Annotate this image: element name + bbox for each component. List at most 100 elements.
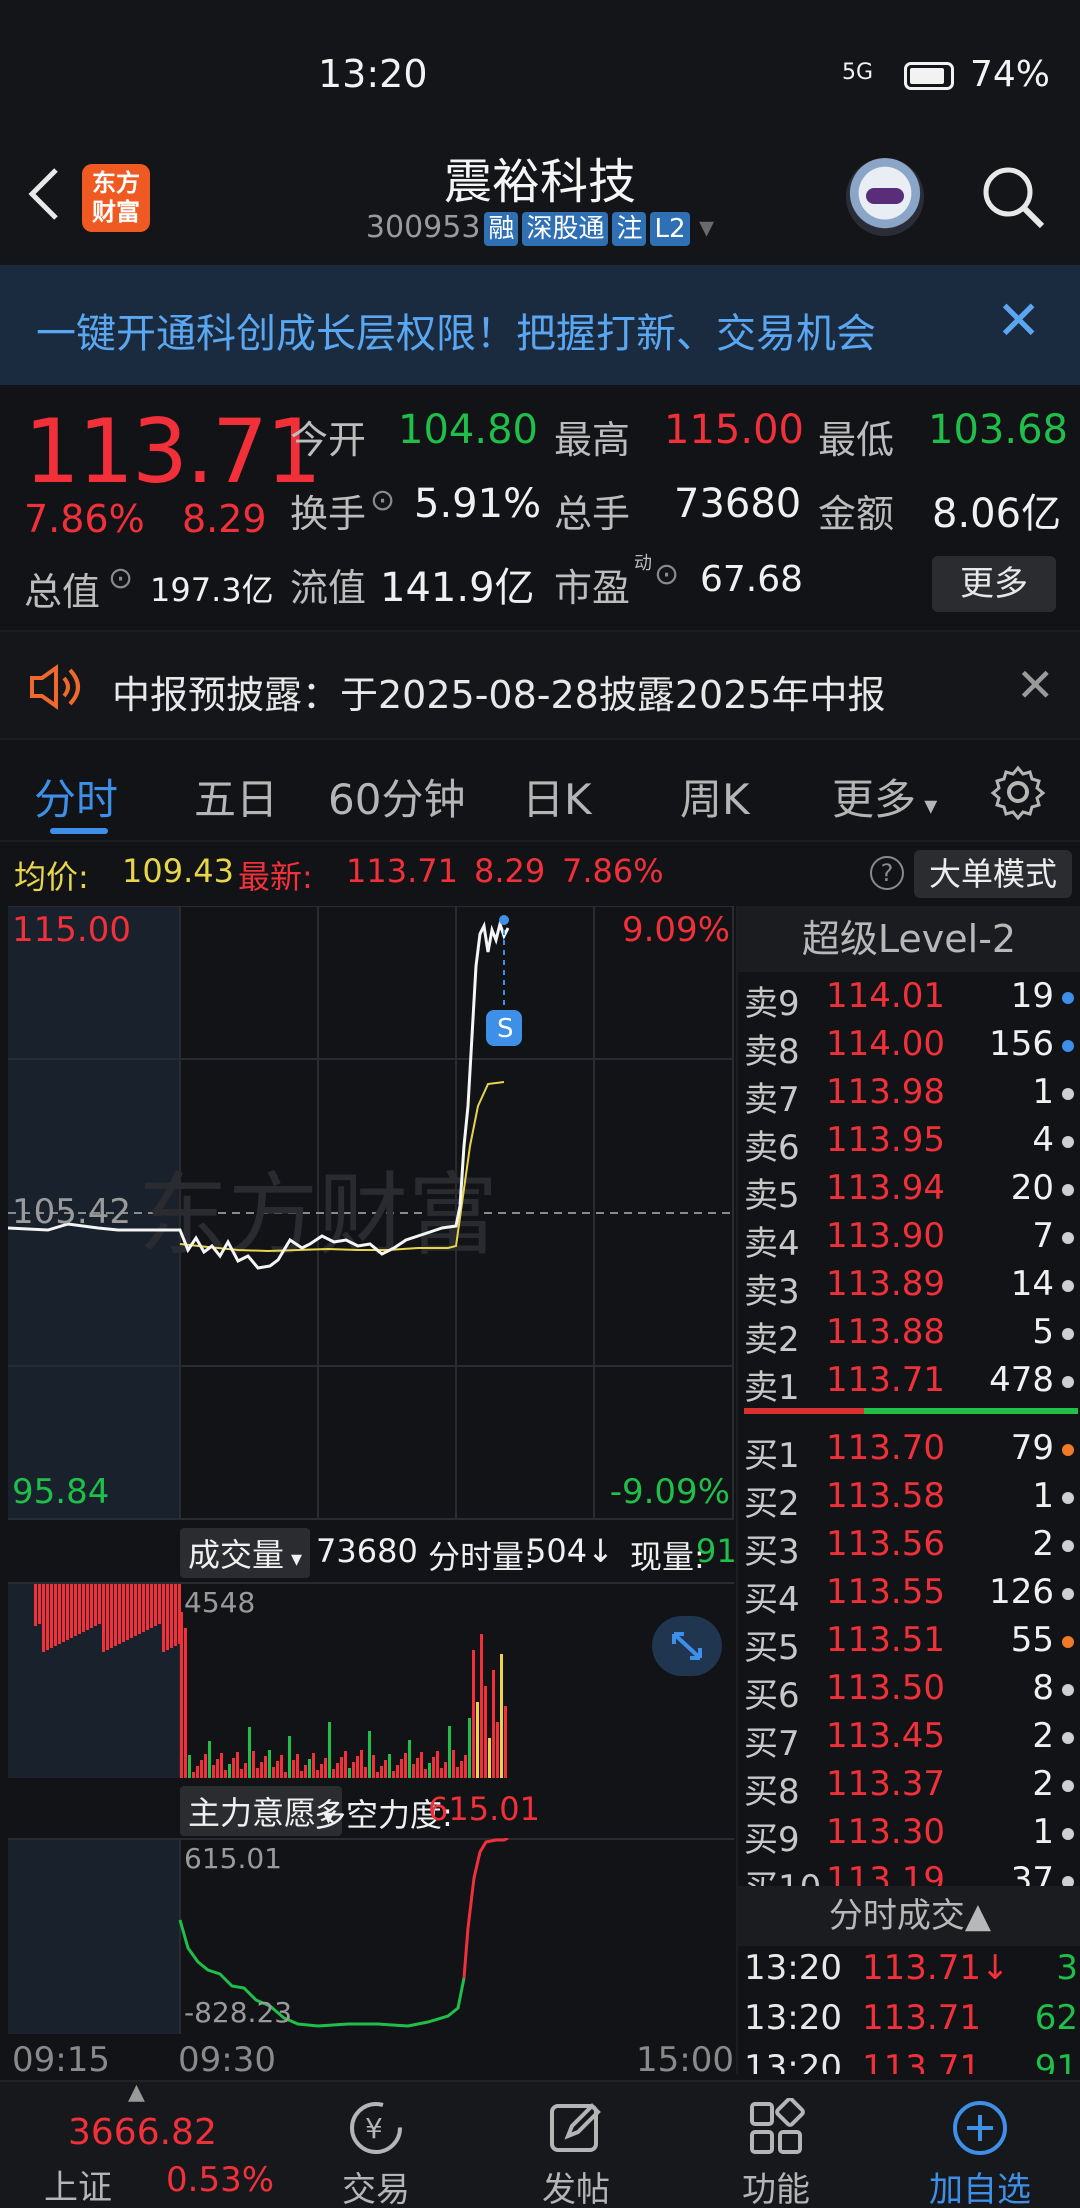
indicator-min-label: -828.23 [184, 1996, 293, 2029]
more-button[interactable]: 更多 [932, 556, 1056, 612]
volume-bar [244, 1763, 247, 1778]
close-icon[interactable]: ✕ [996, 289, 1041, 352]
bid-row[interactable]: 买4 113.55 126 [738, 1572, 1080, 1620]
quote-panel: 113.71 7.86% 8.29 总值 ⊙ 197.3亿 今开 104.80 … [0, 385, 1080, 630]
ask-row[interactable]: 卖1 113.71 478 [738, 1360, 1080, 1408]
volume-bar [220, 1753, 223, 1778]
volume-bar [54, 1584, 57, 1646]
volume-bar [424, 1769, 427, 1778]
ask-row[interactable]: 卖9 114.01 19 [738, 976, 1080, 1024]
intraday-chart[interactable]: 东方财富 S 115.00 9.09% 105.42 95.84 -9.09% [8, 906, 734, 1520]
ask-quantity: 7 [1032, 1216, 1054, 1256]
bid-price: 113.30 [826, 1812, 945, 1852]
info-icon[interactable]: ⊙ [654, 557, 679, 592]
ask-row[interactable]: 卖4 113.90 7 [738, 1216, 1080, 1264]
ask-row[interactable]: 卖6 113.95 4 [738, 1120, 1080, 1168]
index-value: 3666.82 [68, 2112, 217, 2153]
bid-price: 113.58 [826, 1476, 945, 1516]
plus-circle-icon [953, 2101, 1007, 2155]
big-order-mode-button[interactable]: 大单模式 [914, 850, 1072, 898]
volume-bar [224, 1770, 227, 1778]
expand-icon [672, 1632, 702, 1660]
prev-close-label: 105.42 [12, 1192, 131, 1232]
stock-header: 东方 财富 震裕科技 300953 融深股通注 L2 ▾ [0, 120, 1080, 265]
bid-row[interactable]: 买6 113.50 8 [738, 1668, 1080, 1716]
assistant-robot-icon[interactable] [846, 158, 924, 236]
volume-bar [158, 1584, 161, 1624]
index-ticker[interactable]: ▲ 3666.82 上证 0.53% [0, 2080, 274, 2208]
bid-row[interactable]: 买7 113.45 2 [738, 1716, 1080, 1764]
volume-chart[interactable]: 4548 [8, 1582, 734, 1778]
bid-row[interactable]: 买2 113.58 1 [738, 1476, 1080, 1524]
volume-bar [212, 1765, 215, 1778]
bid-row[interactable]: 买5 113.51 55 [738, 1620, 1080, 1668]
tab-weekly-k[interactable]: 周K [680, 766, 750, 827]
bid-row[interactable]: 买9 113.30 1 [738, 1812, 1080, 1860]
bid-price: 113.45 [826, 1716, 945, 1756]
tab-more[interactable]: 更多 ▾ [832, 766, 937, 827]
ask-level: 卖5 [744, 1176, 800, 1216]
volume-bar [480, 1634, 483, 1778]
promo-banner[interactable]: 一键开通科创成长层权限！把握打新、交易机会 ✕ [0, 265, 1080, 385]
bid-row[interactable]: 买3 113.56 2 [738, 1524, 1080, 1572]
volume-bar [216, 1759, 219, 1778]
volume-bar [476, 1702, 479, 1778]
ask-row[interactable]: 卖3 113.89 14 [738, 1264, 1080, 1312]
volume-bar [184, 1628, 187, 1778]
nav-post[interactable]: 发帖 [496, 2082, 656, 2208]
expand-button[interactable] [652, 1616, 722, 1676]
volume-bar [468, 1718, 471, 1778]
level2-title[interactable]: 超级Level-2 [738, 906, 1080, 972]
ask-quantity: 20 [1010, 1168, 1054, 1208]
nav-trade[interactable]: ¥ 交易 [296, 2082, 456, 2208]
ask-level: 卖3 [744, 1272, 800, 1312]
gear-icon[interactable] [990, 764, 1046, 820]
turnover-label: 换手 [290, 492, 367, 536]
tick-row: 13:20 113.71 62 [738, 1998, 1080, 2046]
nav-add-watchlist[interactable]: 加自选 [900, 2082, 1060, 2208]
ask-row[interactable]: 卖5 113.94 20 [738, 1168, 1080, 1216]
volume-bar [376, 1772, 379, 1778]
minute-volume: 504↓ [526, 1532, 614, 1570]
bid-row[interactable]: 买1 113.70 79 [738, 1428, 1080, 1476]
info-icon[interactable]: ⊙ [108, 561, 133, 596]
tick-trades-header[interactable]: 分时成交▲ [738, 1886, 1080, 1946]
bid-quantity: 2 [1032, 1764, 1054, 1804]
close-icon[interactable]: ✕ [1016, 658, 1055, 712]
signal-icon: 5G [842, 60, 874, 85]
ask-row[interactable]: 卖7 113.98 1 [738, 1072, 1080, 1120]
nav-add-watchlist-label: 加自选 [929, 2170, 1031, 2208]
bid-price: 113.56 [826, 1524, 945, 1564]
ask-row[interactable]: 卖2 113.88 5 [738, 1312, 1080, 1360]
report-notice[interactable]: 中报预披露：于2025-08-28披露2025年中报 ✕ [0, 630, 1080, 740]
bid-level: 买7 [744, 1724, 800, 1764]
volume-bar [94, 1584, 97, 1626]
ask-row[interactable]: 卖8 114.00 156 [738, 1024, 1080, 1072]
volume-bar [348, 1768, 351, 1778]
volume-bar [284, 1772, 287, 1778]
tab-five-day[interactable]: 五日 [194, 766, 278, 827]
order-dot-icon [1062, 992, 1074, 1004]
help-icon[interactable]: ? [870, 856, 904, 890]
ask-price: 114.01 [826, 976, 945, 1016]
indicator-chart[interactable]: 615.01 -828.23 [8, 1836, 734, 2034]
volume-bar [360, 1750, 363, 1778]
volume-bar [392, 1771, 395, 1778]
nav-functions[interactable]: 功能 [696, 2082, 856, 2208]
volume-bar [110, 1584, 113, 1648]
search-button[interactable] [980, 164, 1046, 230]
ask-quantity: 1 [1032, 1072, 1054, 1112]
volume-bar [138, 1584, 141, 1634]
volume-selector[interactable]: 成交量 ▾ [180, 1528, 311, 1578]
tab-daily-k[interactable]: 日K [522, 766, 592, 827]
status-bar: 13:20 5G 74% [0, 0, 1080, 120]
ask-level: 卖7 [744, 1080, 800, 1120]
order-dot-icon [1062, 1588, 1074, 1600]
tab-60min[interactable]: 60分钟 [328, 766, 465, 827]
info-icon[interactable]: ⊙ [370, 483, 395, 518]
speaker-icon [30, 664, 80, 710]
tab-intraday[interactable]: 分时 [34, 766, 118, 827]
volume-bar [428, 1763, 431, 1778]
bid-row[interactable]: 买8 113.37 2 [738, 1764, 1080, 1812]
bid-price: 113.55 [826, 1572, 945, 1612]
